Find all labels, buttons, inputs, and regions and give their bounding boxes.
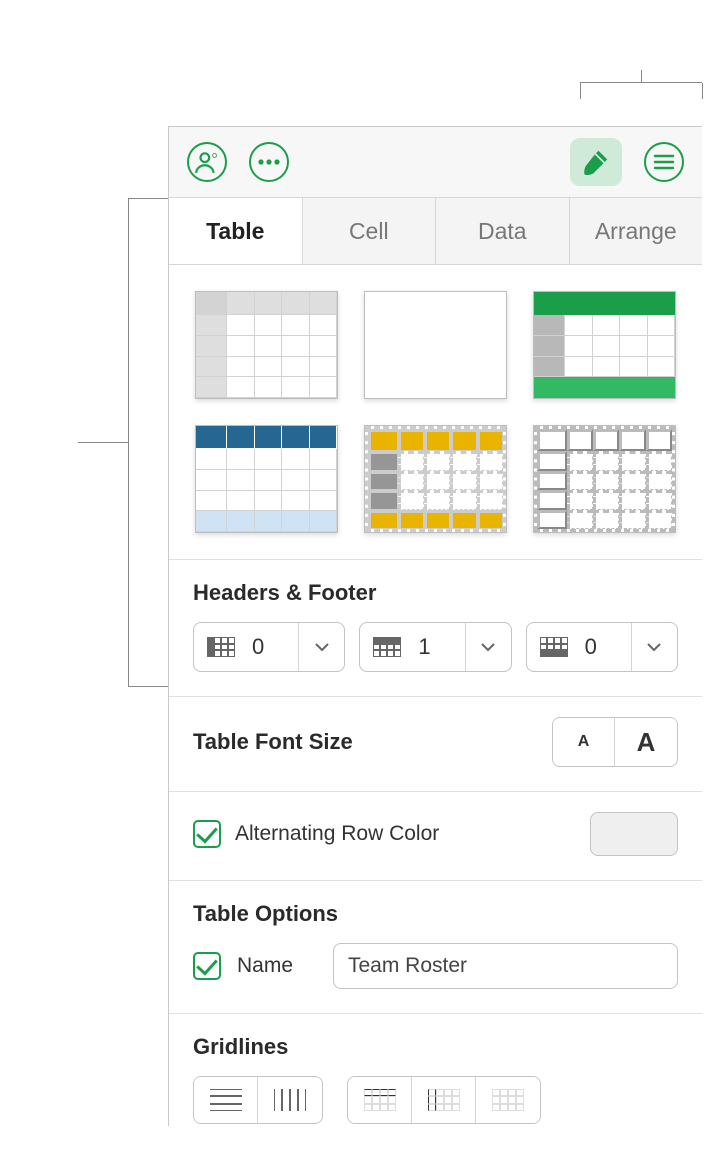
callout-stem-top <box>641 70 642 82</box>
font-size-increase-button[interactable]: A <box>615 718 677 766</box>
chevron-down-icon[interactable] <box>298 623 344 671</box>
format-tabs: Table Cell Data Arrange <box>169 197 702 265</box>
name-label: Name <box>237 954 317 978</box>
font-size-label: Table Font Size <box>193 729 353 755</box>
footer-rows-stepper[interactable]: 0 <box>526 622 678 672</box>
organize-button[interactable] <box>644 142 684 182</box>
tab-table[interactable]: Table <box>169 198 303 264</box>
section-table-options: Table Options Name <box>169 881 702 1013</box>
header-cols-icon <box>194 637 248 657</box>
table-style-4[interactable] <box>364 425 507 533</box>
body-gridlines-segment <box>193 1076 323 1124</box>
table-style-5[interactable] <box>533 425 676 533</box>
header-rows-stepper[interactable]: 1 <box>359 622 511 672</box>
footer-rows-value: 0 <box>581 634 631 660</box>
collaborate-button[interactable] <box>187 142 227 182</box>
callout-bracket-left <box>128 198 129 686</box>
more-button[interactable] <box>249 142 289 182</box>
section-gridlines: Gridlines <box>169 1014 702 1126</box>
font-size-decrease-button[interactable]: A <box>553 718 615 766</box>
gridlines-title: Gridlines <box>193 1034 678 1060</box>
thumb-preview <box>196 426 337 532</box>
thumb-preview <box>365 426 506 532</box>
table-style-3[interactable] <box>195 425 338 533</box>
tab-data[interactable]: Data <box>436 198 570 264</box>
header-rows-icon <box>360 637 414 657</box>
header-cols-value: 0 <box>248 634 298 660</box>
gridlines-header-vertical-button[interactable] <box>412 1077 476 1123</box>
section-headers-footer: Headers & Footer 0 1 <box>169 560 702 696</box>
format-panel: Table Cell Data Arrange Headers & Footer <box>168 126 702 1126</box>
alt-row-color-swatch[interactable] <box>590 812 678 856</box>
table-style-2[interactable] <box>533 291 676 399</box>
thumb-preview <box>534 426 675 532</box>
header-columns-stepper[interactable]: 0 <box>193 622 345 672</box>
table-options-title: Table Options <box>193 901 678 927</box>
table-styles-grid <box>169 265 702 559</box>
header-gridlines-segment <box>347 1076 541 1124</box>
gridlines-horizontal-button[interactable] <box>194 1077 258 1123</box>
show-name-checkbox[interactable] <box>193 952 221 980</box>
font-size-segment: A A <box>552 717 678 767</box>
toolbar <box>169 127 702 197</box>
header-rows-value: 1 <box>414 634 464 660</box>
gridlines-none-button[interactable] <box>476 1077 540 1123</box>
table-name-input[interactable] <box>333 943 678 989</box>
chevron-down-icon[interactable] <box>465 623 511 671</box>
alt-row-label: Alternating Row Color <box>235 822 439 846</box>
callout-stem-left <box>78 442 128 443</box>
gridlines-vertical-button[interactable] <box>258 1077 322 1123</box>
thumb-preview <box>365 292 506 398</box>
table-style-0[interactable] <box>195 291 338 399</box>
gridlines-header-horizontal-button[interactable] <box>348 1077 412 1123</box>
alt-row-checkbox[interactable] <box>193 820 221 848</box>
thumb-preview <box>196 292 337 398</box>
section-alt-row: Alternating Row Color <box>169 792 702 880</box>
tab-arrange[interactable]: Arrange <box>570 198 703 264</box>
tab-cell[interactable]: Cell <box>303 198 437 264</box>
callout-bracket-top <box>580 82 702 83</box>
section-font-size: Table Font Size A A <box>169 697 702 791</box>
format-button[interactable] <box>570 138 622 186</box>
table-style-1[interactable] <box>364 291 507 399</box>
chevron-down-icon[interactable] <box>631 623 677 671</box>
headers-footer-title: Headers & Footer <box>193 580 678 606</box>
footer-rows-icon <box>527 637 581 657</box>
thumb-preview <box>534 292 675 398</box>
